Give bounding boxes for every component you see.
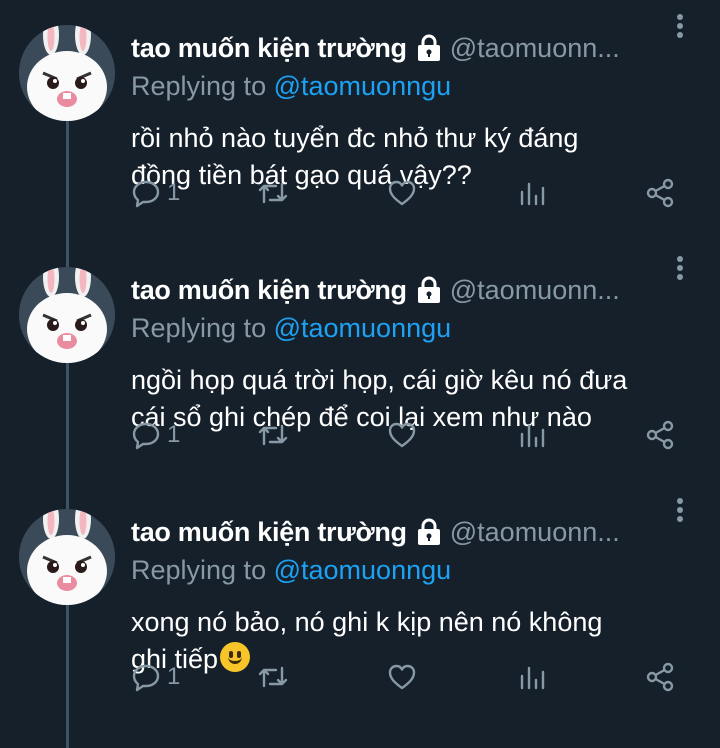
heart-icon [387, 178, 417, 208]
retweet-icon [257, 662, 289, 692]
share-button[interactable] [645, 662, 675, 692]
user-handle[interactable]: @taomuonn... [450, 33, 620, 64]
like-button[interactable] [387, 662, 417, 692]
analytics-icon [517, 420, 547, 450]
heart-icon [387, 420, 417, 450]
retweet-icon [257, 178, 289, 208]
reply-button[interactable]: 1 [131, 662, 180, 692]
replying-to: Replying to @taomuonngu [131, 68, 691, 106]
mention-link[interactable]: @taomuonngu [274, 71, 452, 101]
tweet-actions: 1 [131, 662, 691, 702]
reply-count: 1 [167, 179, 181, 206]
replying-to: Replying to @taomuonngu [131, 310, 691, 348]
tweet-text-line: xong nó bảo, nó ghi k kịp nên nó không [131, 607, 603, 637]
tweet-actions: 1 [131, 420, 691, 460]
more-vertical-icon[interactable] [671, 492, 689, 528]
user-handle[interactable]: @taomuonn... [450, 275, 620, 306]
mention-link[interactable]: @taomuonngu [274, 313, 452, 343]
replying-to-label: Replying to [131, 555, 267, 585]
lock-icon [416, 34, 442, 62]
share-icon [645, 178, 675, 208]
tweet[interactable]: tao muốn kiện trường @taomuonn... Replyi… [0, 0, 720, 242]
replying-to-label: Replying to [131, 71, 267, 101]
reply-button[interactable]: 1 [131, 178, 180, 208]
retweet-icon [257, 420, 289, 450]
tweet-text-line: ngồi họp quá trời họp, cái giờ kêu nó đư… [131, 365, 628, 395]
analytics-button[interactable] [517, 662, 547, 692]
like-button[interactable] [387, 178, 417, 208]
avatar[interactable] [19, 509, 115, 605]
user-handle[interactable]: @taomuonn... [450, 517, 620, 548]
reply-icon [131, 662, 161, 692]
tweet-actions: 1 [131, 178, 691, 218]
tweet-text-line: rồi nhỏ nào tuyển đc nhỏ thư ký đáng [131, 123, 579, 153]
analytics-icon [517, 178, 547, 208]
display-name[interactable]: tao muốn kiện trường [131, 33, 407, 64]
analytics-icon [517, 662, 547, 692]
reply-icon [131, 420, 161, 450]
lock-icon [416, 276, 442, 304]
share-button[interactable] [645, 178, 675, 208]
lock-icon [416, 518, 442, 546]
more-vertical-icon[interactable] [671, 8, 689, 44]
tweet[interactable]: tao muốn kiện trường @taomuonn... Replyi… [0, 484, 720, 726]
retweet-button[interactable] [257, 178, 289, 208]
avatar[interactable] [19, 267, 115, 363]
display-name[interactable]: tao muốn kiện trường [131, 275, 407, 306]
avatar[interactable] [19, 25, 115, 121]
reply-icon [131, 178, 161, 208]
like-button[interactable] [387, 420, 417, 450]
replying-to: Replying to @taomuonngu [131, 552, 691, 590]
share-icon [645, 420, 675, 450]
reply-count: 1 [167, 663, 181, 690]
analytics-button[interactable] [517, 420, 547, 450]
mention-link[interactable]: @taomuonngu [274, 555, 452, 585]
analytics-button[interactable] [517, 178, 547, 208]
reply-count: 1 [167, 421, 181, 448]
heart-icon [387, 662, 417, 692]
replying-to-label: Replying to [131, 313, 267, 343]
retweet-button[interactable] [257, 662, 289, 692]
share-icon [645, 662, 675, 692]
share-button[interactable] [645, 420, 675, 450]
reply-button[interactable]: 1 [131, 420, 180, 450]
more-vertical-icon[interactable] [671, 250, 689, 286]
tweet[interactable]: tao muốn kiện trường @taomuonn... Replyi… [0, 242, 720, 484]
display-name[interactable]: tao muốn kiện trường [131, 517, 407, 548]
retweet-button[interactable] [257, 420, 289, 450]
